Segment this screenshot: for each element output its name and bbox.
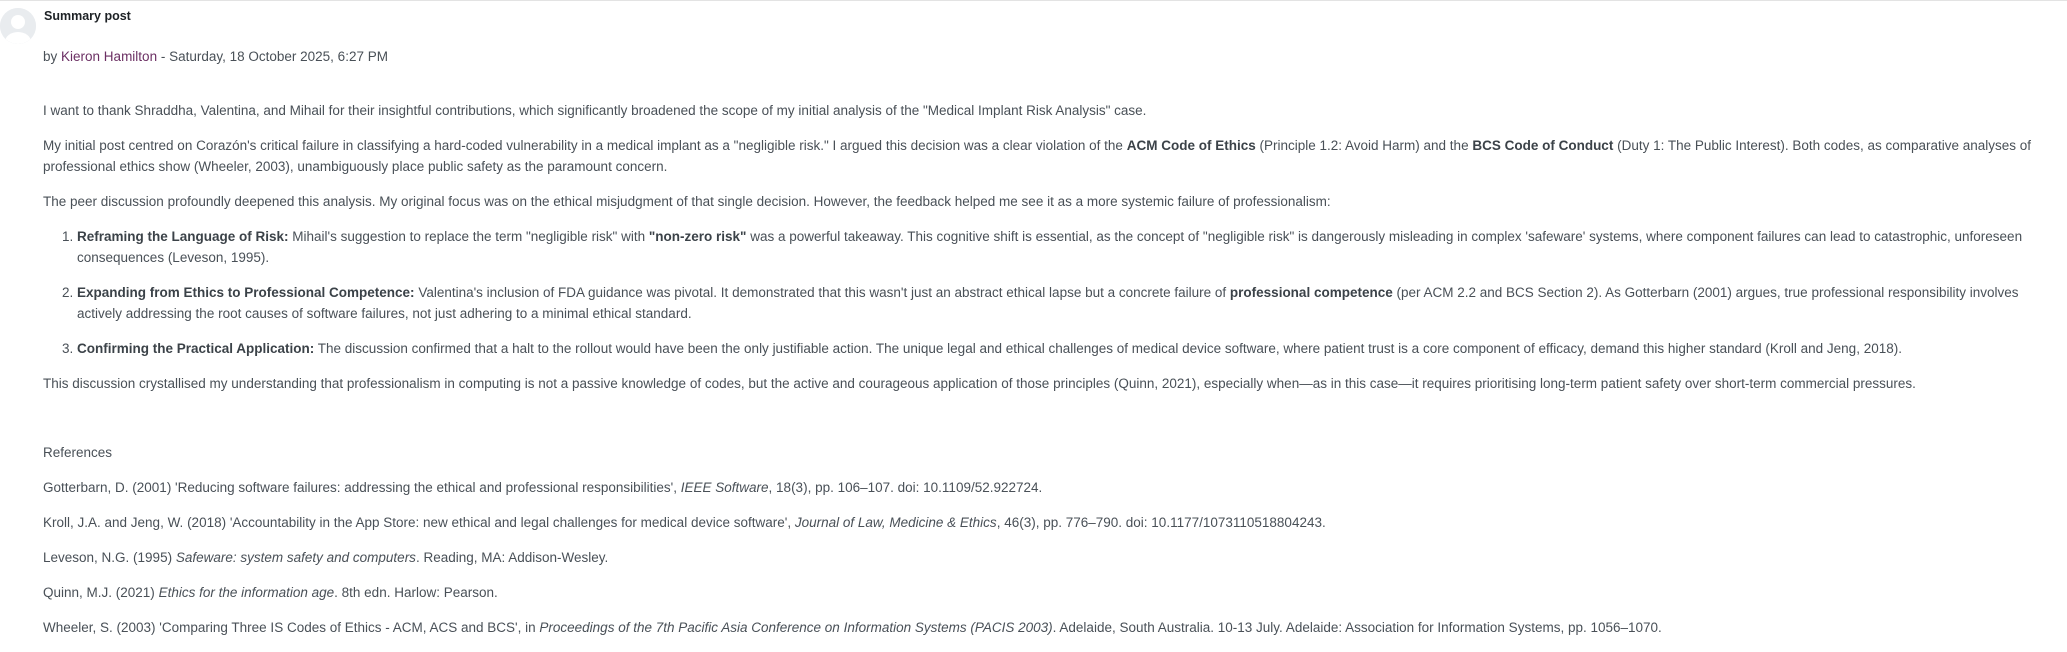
- peer-discussion-paragraph: The peer discussion profoundly deepened …: [43, 194, 1331, 209]
- top-divider: [0, 0, 2067, 1]
- acm-code-label: ACM Code of Ethics: [1126, 138, 1256, 153]
- author-link[interactable]: Kieron Hamilton: [61, 49, 157, 64]
- insights-list: Reframing the Language of Risk: Mihail's…: [43, 226, 2043, 359]
- list-item: Reframing the Language of Risk: Mihail's…: [77, 226, 2043, 268]
- user-silhouette-icon: [0, 8, 36, 44]
- intro-paragraph: I want to thank Shraddha, Valentina, and…: [43, 103, 1147, 118]
- post-subject: Summary post: [44, 9, 131, 23]
- list-item-title: Reframing the Language of Risk:: [77, 229, 289, 244]
- reference-item: Leveson, N.G. (1995) Safeware: system sa…: [43, 550, 609, 565]
- reference-item: Gotterbarn, D. (2001) 'Reducing software…: [43, 480, 1043, 495]
- post-date: Saturday, 18 October 2025, 6:27 PM: [169, 49, 388, 64]
- bcs-code-label: BCS Code of Conduct: [1472, 138, 1614, 153]
- list-item-title: Expanding from Ethics to Professional Co…: [77, 285, 415, 300]
- post-content: I want to thank Shraddha, Valentina, and…: [43, 100, 2043, 652]
- list-item: Expanding from Ethics to Professional Co…: [77, 282, 2043, 324]
- byline-prefix: by: [43, 49, 58, 64]
- reference-item: Quinn, M.J. (2021) Ethics for the inform…: [43, 585, 498, 600]
- conclusion-paragraph: This discussion crystallised my understa…: [43, 376, 1916, 391]
- reference-item: Wheeler, S. (2003) 'Comparing Three IS C…: [43, 620, 1662, 635]
- byline-separator: -: [157, 49, 170, 64]
- list-item-title: Confirming the Practical Application:: [77, 341, 315, 356]
- list-item: Confirming the Practical Application: Th…: [77, 338, 2043, 359]
- post-byline: by Kieron Hamilton - Saturday, 18 Octobe…: [43, 49, 388, 64]
- reference-item: Kroll, J.A. and Jeng, W. (2018) 'Account…: [43, 515, 1326, 530]
- references-heading: References: [43, 445, 113, 460]
- initial-post-paragraph: My initial post centred on Corazón's cri…: [43, 138, 2032, 174]
- avatar[interactable]: [0, 8, 36, 44]
